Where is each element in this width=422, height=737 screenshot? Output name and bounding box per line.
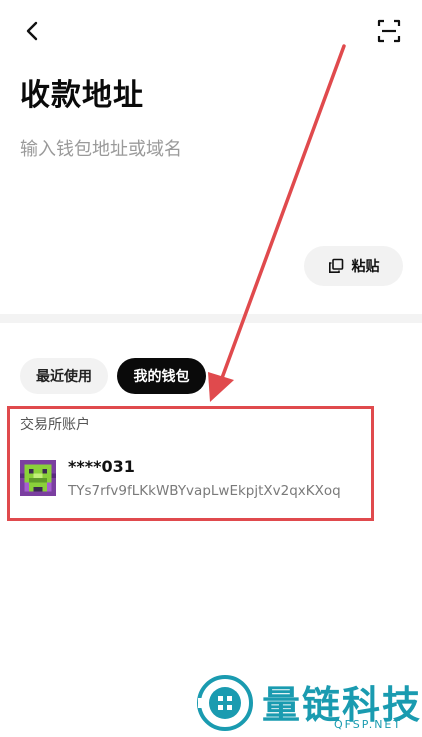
tab-recent[interactable]: 最近使用	[20, 358, 108, 394]
top-bar	[0, 0, 422, 60]
address-input[interactable]	[20, 134, 400, 164]
paste-button[interactable]: 粘贴	[304, 246, 403, 286]
watermark-logo	[197, 675, 253, 731]
copy-icon	[328, 258, 343, 273]
tab-my-wallet[interactable]: 我的钱包	[117, 358, 206, 394]
paste-button-label: 粘贴	[351, 258, 380, 274]
page-title: 收款地址	[20, 78, 144, 113]
account-list-item[interactable]: ****031 TYs7rfv9fLKkWBYvapLwEkpjtXv2qxKX…	[10, 448, 374, 512]
scan-button[interactable]	[376, 18, 402, 44]
section-divider	[0, 314, 422, 323]
tab-recent-label: 最近使用	[36, 369, 92, 385]
account-address: TYs7rfv9fLKkWBYvapLwEkpjtXv2qxKXoq	[68, 483, 341, 499]
tab-my-wallet-label: 我的钱包	[133, 369, 190, 385]
account-avatar	[20, 460, 56, 496]
back-button[interactable]	[20, 18, 46, 44]
watermark-subtext: QFSP.NET	[334, 718, 403, 731]
section-label: 交易所账户	[20, 417, 90, 433]
chevron-left-icon	[26, 21, 38, 41]
account-name: ****031	[68, 457, 135, 476]
watermark: 量链科技 QFSP.NET	[196, 670, 422, 737]
scan-icon	[377, 19, 401, 43]
